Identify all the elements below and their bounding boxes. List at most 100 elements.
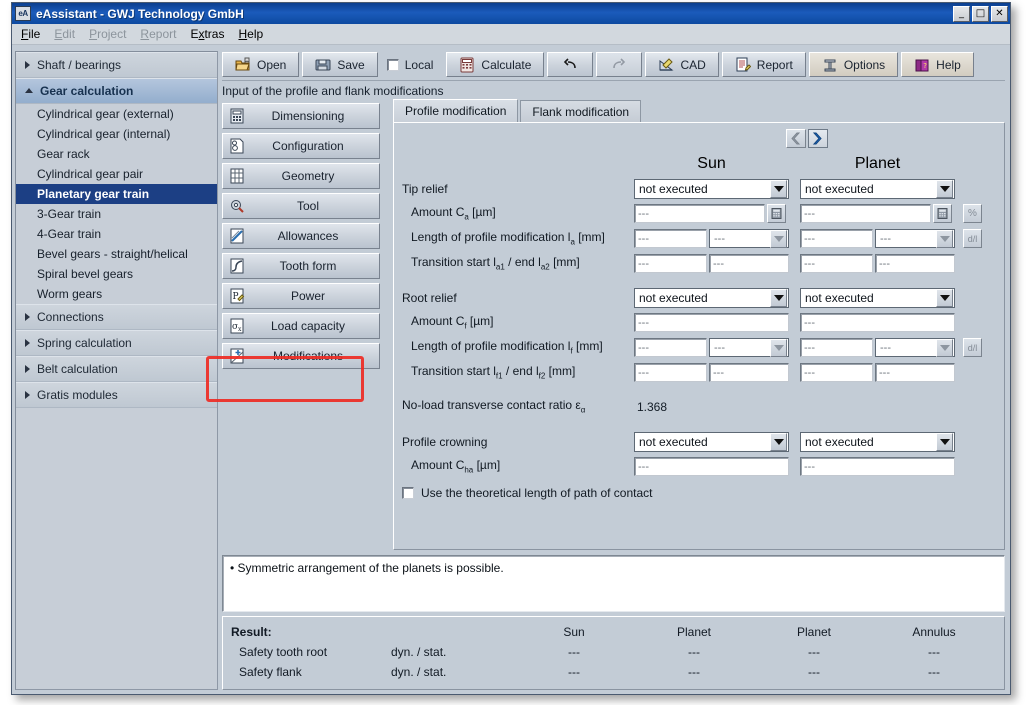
next-gear-button[interactable] — [808, 129, 828, 148]
cad-button[interactable]: CAD — [645, 52, 718, 77]
tab-profile-modification[interactable]: Profile modification — [393, 99, 518, 122]
length-la-planet-input[interactable]: --- — [800, 229, 873, 248]
nav-button-geometry[interactable]: Geometry — [222, 163, 380, 189]
calculator-icon — [771, 208, 782, 219]
transition-la1-planet-input[interactable]: --- — [800, 254, 873, 273]
previous-gear-button[interactable] — [786, 129, 806, 148]
sidebar-item-worm-gears[interactable]: Worm gears — [16, 284, 217, 304]
tab-flank-modification[interactable]: Flank modification — [520, 100, 641, 122]
amount-cf-planet-input[interactable]: --- — [800, 313, 955, 332]
nav-button-tooth-form[interactable]: Tooth form — [222, 253, 380, 279]
open-button-label: Open — [257, 58, 286, 72]
transition-la1-sun-input[interactable]: --- — [634, 254, 707, 273]
amount-ca-planet-input[interactable]: --- — [800, 204, 931, 223]
sidebar-item-cylindrical-gear-external[interactable]: Cylindrical gear (external) — [16, 104, 217, 124]
calculate-button-label: Calculate — [481, 58, 531, 72]
result-row-qualifier: dyn. / stat. — [391, 665, 514, 679]
length-la-sun-input[interactable]: --- — [634, 229, 707, 248]
row-transition-lf: Transition start lf1 / end lf2 [mm] --- … — [402, 360, 996, 385]
length-la-sun-unit-select[interactable]: --- — [709, 229, 789, 248]
sidebar-item-3-gear-train[interactable]: 3-Gear train — [16, 204, 217, 224]
transition-la2-sun-input[interactable]: --- — [709, 254, 789, 273]
nav-button-configuration[interactable]: Configuration — [222, 133, 380, 159]
sidebar-item-spiral-bevel-gears[interactable]: Spiral bevel gears — [16, 264, 217, 284]
save-button[interactable]: Save — [302, 52, 377, 77]
amount-ca-sun-input[interactable]: --- — [634, 204, 765, 223]
sidebar-item-4-gear-train[interactable]: 4-Gear train — [16, 224, 217, 244]
nav-button-load-capacity[interactable]: σx Load capacity — [222, 313, 380, 339]
nav-button-label: Load capacity — [245, 319, 379, 333]
tip-relief-sun-value: not executed — [639, 182, 708, 196]
transition-la2-planet-input[interactable]: --- — [875, 254, 955, 273]
minimize-button[interactable]: _ — [953, 6, 970, 22]
profile-crowning-sun-select[interactable]: not executed — [634, 432, 789, 452]
percent-toggle-button[interactable]: % — [963, 204, 982, 223]
length-lf-planet-unit-select[interactable]: --- — [875, 338, 955, 357]
menu-item-file[interactable]: File — [21, 27, 40, 41]
amount-cha-planet-input[interactable]: --- — [800, 457, 955, 476]
sidebar-item-cylindrical-gear-pair[interactable]: Cylindrical gear pair — [16, 164, 217, 184]
length-lf-planet-input[interactable]: --- — [800, 338, 873, 357]
length-lf-sun-input[interactable]: --- — [634, 338, 707, 357]
amount-cha-sun-input[interactable]: --- — [634, 457, 789, 476]
row-transition-la: Transition start la1 / end la2 [mm] --- … — [402, 251, 996, 276]
nav-button-allowances[interactable]: Allowances — [222, 223, 380, 249]
sidebar-group-gear-calculation[interactable]: Gear calculation — [16, 78, 217, 104]
menu-item-edit[interactable]: Edit — [54, 27, 75, 41]
sidebar-group-gratis-modules[interactable]: Gratis modules — [16, 382, 217, 408]
options-button[interactable]: Options — [809, 52, 898, 77]
transition-lf1-planet-input[interactable]: --- — [800, 363, 873, 382]
nav-button-dimensioning[interactable]: Dimensioning — [222, 103, 380, 129]
nav-button-tool[interactable]: Tool — [222, 193, 380, 219]
transition-lf1-sun-input[interactable]: --- — [634, 363, 707, 382]
menu-item-report[interactable]: Report — [140, 27, 176, 41]
local-checkbox[interactable]: Local — [381, 58, 444, 72]
sidebar-group-shaft-bearings[interactable]: Shaft / bearings — [16, 52, 217, 78]
menu-item-help[interactable]: Help — [238, 27, 263, 41]
help-button[interactable]: ? Help — [901, 52, 974, 77]
contact-ratio-value: 1.368 — [634, 400, 789, 414]
nav-button-power[interactable]: P Power — [222, 283, 380, 309]
amount-ca-sun-calc-button[interactable] — [767, 204, 786, 223]
sidebar-group-connections[interactable]: Connections — [16, 304, 217, 330]
transition-lf2-sun-input[interactable]: --- — [709, 363, 789, 382]
maximize-button[interactable]: □ — [972, 6, 989, 22]
profile-crowning-planet-value: not executed — [805, 435, 874, 449]
amount-cf-sun-input[interactable]: --- — [634, 313, 789, 332]
calculate-button[interactable]: Calculate — [446, 52, 544, 77]
close-button[interactable]: ✕ — [991, 6, 1008, 22]
sidebar-item-gear-rack[interactable]: Gear rack — [16, 144, 217, 164]
root-relief-planet-select[interactable]: not executed — [800, 288, 955, 308]
d-over-l-toggle-button-tip[interactable]: d/l — [963, 229, 982, 248]
save-button-label: Save — [337, 58, 364, 72]
sidebar-group-belt-calculation[interactable]: Belt calculation — [16, 356, 217, 382]
transition-lf2-planet-input[interactable]: --- — [875, 363, 955, 382]
undo-button[interactable] — [547, 52, 593, 77]
length-lf-sun-unit-select[interactable]: --- — [709, 338, 789, 357]
sidebar-item-planetary-gear-train[interactable]: Planetary gear train — [16, 184, 217, 204]
result-header-row: Result: Sun Planet Planet Annulus — [231, 622, 996, 642]
redo-icon — [611, 57, 627, 73]
profile-crowning-planet-select[interactable]: not executed — [800, 432, 955, 452]
sidebar-item-bevel-gears[interactable]: Bevel gears - straight/helical — [16, 244, 217, 264]
redo-button[interactable] — [596, 52, 642, 77]
tip-relief-sun-select[interactable]: not executed — [634, 179, 789, 199]
window-title: eAssistant - GWJ Technology GmbH — [36, 7, 951, 21]
menu-item-project[interactable]: Project — [89, 27, 126, 41]
amount-ca-planet-calc-button[interactable] — [933, 204, 952, 223]
d-over-l-toggle-button-root[interactable]: d/l — [963, 338, 982, 357]
menu-item-extras[interactable]: Extras — [190, 27, 224, 41]
open-button[interactable]: Open — [222, 52, 299, 77]
nav-button-label: Configuration — [245, 139, 379, 153]
status-line: Input of the profile and flank modificat… — [222, 80, 1005, 100]
sidebar-group-spring-calculation[interactable]: Spring calculation — [16, 330, 217, 356]
label-root-relief: Root relief — [402, 291, 634, 305]
length-la-planet-unit-select[interactable]: --- — [875, 229, 955, 248]
tip-relief-planet-select[interactable]: not executed — [800, 179, 955, 199]
sidebar-item-cylindrical-gear-internal[interactable]: Cylindrical gear (internal) — [16, 124, 217, 144]
nav-button-modifications[interactable]: Modifications — [222, 343, 380, 369]
nav-button-label: Geometry — [245, 169, 379, 183]
theoretical-length-checkbox[interactable]: Use the theoretical length of path of co… — [402, 486, 996, 500]
root-relief-sun-select[interactable]: not executed — [634, 288, 789, 308]
report-button[interactable]: Report — [722, 52, 806, 77]
